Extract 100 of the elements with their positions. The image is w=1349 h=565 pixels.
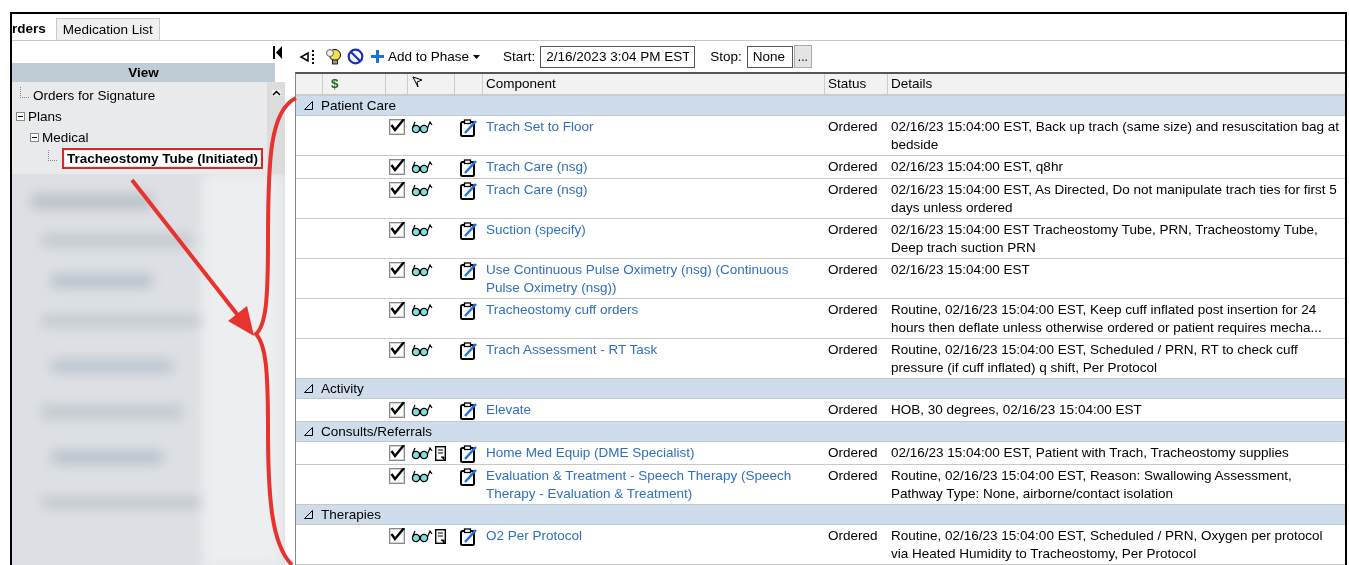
clipboard-pencil-icon[interactable] [460,302,478,320]
more-button[interactable]: ... [793,45,812,68]
status-cell-text: Ordered [827,261,879,279]
glasses-icon[interactable] [411,469,433,483]
status-cell-text: Ordered [827,444,879,462]
clipboard-pencil-icon[interactable] [460,119,478,137]
group-name: Activity [321,381,364,396]
collapse-triangle-icon[interactable] [304,510,313,519]
tree-item[interactable]: Medical [40,130,91,145]
column-header[interactable]: Status [825,74,888,94]
glasses-icon[interactable] [411,223,433,237]
panel-header: View [12,63,275,82]
details-cell-text: 02/16/23 15:04:00 EST [890,261,1031,279]
caret-icon [473,54,481,59]
clipboard-pencil-icon[interactable] [460,159,478,177]
order-link[interactable]: O2 Per Protocol [486,527,822,545]
group-name: Patient Care [321,98,397,113]
checkbox[interactable] [389,222,405,238]
status-cell-text: Ordered [827,401,879,419]
checkbox[interactable] [389,262,405,278]
order-link[interactable]: Home Med Equip (DME Specialist) [486,444,822,462]
order-link[interactable]: Suction (specify) [486,221,822,239]
clipboard-pencil-icon[interactable] [460,222,478,240]
order-link[interactable]: Trach Assessment - RT Task [486,341,822,359]
flag-icon[interactable] [411,76,423,88]
details-cell-text: Routine, 02/16/23 15:04:00 EST, Reason: Swallowing Assessment, Pathway Type: None, airborne/contact isolation [890,467,1293,503]
status-cell-text: Ordered [827,301,879,319]
order-link[interactable]: Use Continuous Pulse Oximetry (nsg) (Continuous Pulse Oximetry (nsg)) [486,261,822,297]
checkbox[interactable] [389,528,405,544]
checkbox[interactable] [389,445,405,461]
stop-field[interactable]: None [746,45,793,68]
column-header[interactable]: Details [888,74,1345,94]
details-cell-text: 02/16/23 15:04:00 EST, Patient with Trach, Tracheostomy supplies [890,444,1290,462]
collapse-icon[interactable] [273,45,282,59]
order-link[interactable]: Elevate [486,401,822,419]
glasses-icon[interactable] [411,446,433,460]
clipboard-pencil-icon[interactable] [460,445,478,463]
details-cell-text: 02/16/23 15:04:00 EST, As Directed, Do not manipulate trach ties for first 5 days unless ordered [890,181,1338,217]
column-header[interactable]: $ [323,74,386,94]
group-name: Consults/Referrals [321,424,433,439]
checkbox[interactable] [389,468,405,484]
prohibited-icon[interactable] [347,48,364,65]
details-cell-text: Routine, 02/16/23 15:04:00 EST, Scheduled / PRN, Oxygen per protocol via Heated Humidity to Tracheostomy, Per Protocol [890,527,1324,563]
collapse-triangle-icon[interactable] [304,101,313,110]
clipboard-pencil-icon[interactable] [460,528,478,546]
column-header[interactable]: Component [483,74,825,94]
tree-item[interactable]: Tracheostomy Tube (Initiated) [65,151,261,166]
expander-icon[interactable] [16,112,25,121]
checkbox[interactable] [389,302,405,318]
clipboard-pencil-icon[interactable] [460,402,478,420]
status-cell-text: Ordered [827,221,879,239]
status-cell-text: Ordered [827,118,879,136]
checkbox[interactable] [389,402,405,418]
order-link[interactable]: Trach Care (nsg) [486,158,822,176]
checkbox[interactable] [389,182,405,198]
add-to-phase-button[interactable]: Add to Phase [369,49,483,64]
order-link[interactable]: Evaluation & Treatment - Speech Therapy (Speech Therapy - Evaluation & Treatment) [486,467,822,503]
group-name: Therapies [321,507,382,522]
glasses-icon[interactable] [411,343,433,357]
checkbox[interactable] [389,342,405,358]
collapse-triangle-icon[interactable] [304,427,313,436]
scroll-up-icon[interactable] [271,90,281,96]
checkbox[interactable] [389,119,405,135]
clipboard-pencil-icon[interactable] [460,468,478,486]
lightbulb-icon[interactable] [326,47,342,66]
document-icon[interactable] [435,446,446,461]
document-icon[interactable] [435,529,446,544]
glasses-icon[interactable] [411,403,433,417]
glasses-icon[interactable] [411,529,433,543]
order-link[interactable]: Tracheostomy cuff orders [486,301,822,319]
details-cell-text: 02/16/23 15:04:00 EST Tracheostomy Tube, PRN, Tracheostomy Tube, Deep trach suction PRN [890,221,1319,257]
status-cell-text: Ordered [827,158,879,176]
checkbox[interactable] [389,159,405,175]
collapse-triangle-icon[interactable] [304,384,313,393]
details-cell-text: 02/16/23 15:04:00 EST, Back up trach (same size) and resuscitation bag at bedside [890,118,1340,154]
glasses-icon[interactable] [411,263,433,277]
details-cell-text: 02/16/23 15:04:00 EST, q8hr [890,158,1064,176]
group-row[interactable]: Therapies [296,505,1345,525]
details-cell-text: Routine, 02/16/23 15:04:00 EST, Keep cuff inflated post insertion for 24 hours then deflate unless otherwise ordered or patient requires mecha... [890,301,1323,337]
start-label: Start: [503,49,536,64]
glasses-icon[interactable] [411,120,433,134]
status-cell-text: Ordered [827,181,879,199]
order-link[interactable]: Trach Set to Floor [486,118,822,136]
clipboard-pencil-icon[interactable] [460,182,478,200]
group-row[interactable]: Activity [296,379,1345,399]
tree-item[interactable]: Orders for Signature [31,88,158,103]
glasses-icon[interactable] [411,303,433,317]
group-row[interactable]: Patient Care [296,96,1345,116]
tree-item[interactable]: Plans [26,109,64,124]
plus-icon [371,50,384,63]
tab[interactable]: Medication List [55,18,160,40]
clipboard-pencil-icon[interactable] [460,262,478,280]
clipboard-pencil-icon[interactable] [460,342,478,360]
glasses-icon[interactable] [411,183,433,197]
order-link[interactable]: Trach Care (nsg) [486,181,822,199]
status-cell-text: Ordered [827,527,879,545]
start-field[interactable]: 2/16/2023 3:04 PM EST [540,45,696,68]
expander-icon[interactable] [30,133,39,142]
glasses-icon[interactable] [411,160,433,174]
group-row[interactable]: Consults/Referrals [296,422,1345,442]
